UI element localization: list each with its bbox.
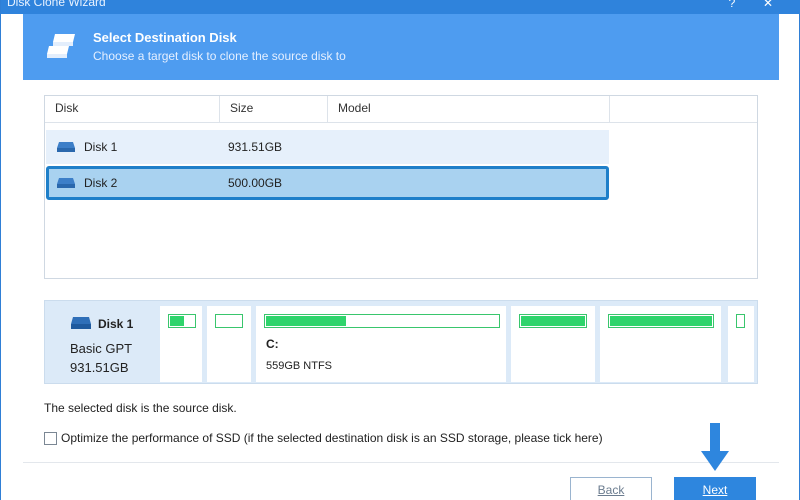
disk-map-type: Basic GPT [70, 341, 133, 356]
row-disk-name: Disk 1 [84, 140, 118, 154]
partition-usage-bar [608, 314, 714, 328]
partition-usage-fill [610, 316, 712, 326]
partition-desc: 559GB NTFS [266, 360, 333, 372]
disk-clone-window: Disk Clone Wizard ? ✕ Select Destination… [0, 0, 800, 500]
header-subtitle: Choose a target disk to clone the source… [93, 49, 346, 63]
column-header-size[interactable]: Size [220, 96, 328, 122]
row-disk-size: 931.51GB [228, 140, 283, 154]
help-icon[interactable]: ? [725, 0, 739, 10]
window-title: Disk Clone Wizard [7, 0, 106, 9]
footer-divider [23, 462, 779, 463]
row-disk-name: Disk 2 [84, 176, 118, 190]
stacked-disks-icon [47, 34, 75, 58]
partition-block[interactable] [728, 306, 754, 382]
header-title: Select Destination Disk [93, 30, 237, 45]
column-header-disk[interactable]: Disk [45, 96, 220, 122]
partition-block[interactable] [511, 306, 595, 382]
optimize-ssd-option[interactable]: Optimize the performance of SSD (if the … [44, 431, 603, 445]
row-disk-size: 500.00GB [228, 176, 283, 190]
partition-usage-fill [170, 316, 184, 326]
disk-map-size: 931.51GB [70, 360, 129, 375]
disk-map-info: Disk 1 Basic GPT 931.51GB [46, 302, 158, 382]
partition-block-c[interactable]: C: 559GB NTFS [256, 306, 506, 382]
partition-block[interactable] [160, 306, 202, 382]
hard-disk-icon [57, 142, 75, 152]
partition-block[interactable] [207, 306, 251, 382]
optimize-ssd-checkbox[interactable] [44, 431, 57, 445]
next-button-label: Next [702, 483, 728, 497]
back-button-label: Back [597, 483, 625, 497]
partition-usage-bar [519, 314, 587, 328]
partition-usage-fill [521, 316, 585, 326]
partition-usage-bar [168, 314, 196, 328]
close-icon[interactable]: ✕ [761, 0, 775, 10]
next-button[interactable]: Next [674, 477, 756, 500]
wizard-content: Disk Size Model Disk 1 931.51GB Disk 2 5… [23, 80, 779, 500]
partition-usage-fill [266, 316, 346, 326]
partition-usage-bar [264, 314, 500, 328]
optimize-ssd-label: Optimize the performance of SSD (if the … [61, 431, 603, 445]
status-text: The selected disk is the source disk. [44, 401, 237, 415]
title-bar: Disk Clone Wizard ? ✕ [1, 0, 800, 14]
wizard-header: Select Destination Disk Choose a target … [23, 14, 779, 80]
table-row-disk-2[interactable]: Disk 2 500.00GB [46, 166, 609, 200]
table-row-disk-1[interactable]: Disk 1 931.51GB [46, 130, 609, 164]
disk-table: Disk Size Model Disk 1 931.51GB Disk 2 5… [44, 95, 758, 279]
hard-disk-icon [57, 178, 75, 188]
disk-map-name: Disk 1 [98, 317, 134, 331]
arrow-down-icon [701, 423, 729, 471]
disk-map: Disk 1 Basic GPT 931.51GB C: 559GB NTFS [44, 300, 758, 384]
partition-block[interactable] [600, 306, 721, 382]
hard-disk-icon [71, 317, 91, 329]
partition-usage-bar [736, 314, 745, 328]
table-header-divider [45, 122, 757, 123]
partition-label: C: [266, 337, 279, 351]
back-button[interactable]: Back [570, 477, 652, 500]
partition-usage-bar [215, 314, 243, 328]
column-header-model[interactable]: Model [328, 96, 610, 122]
